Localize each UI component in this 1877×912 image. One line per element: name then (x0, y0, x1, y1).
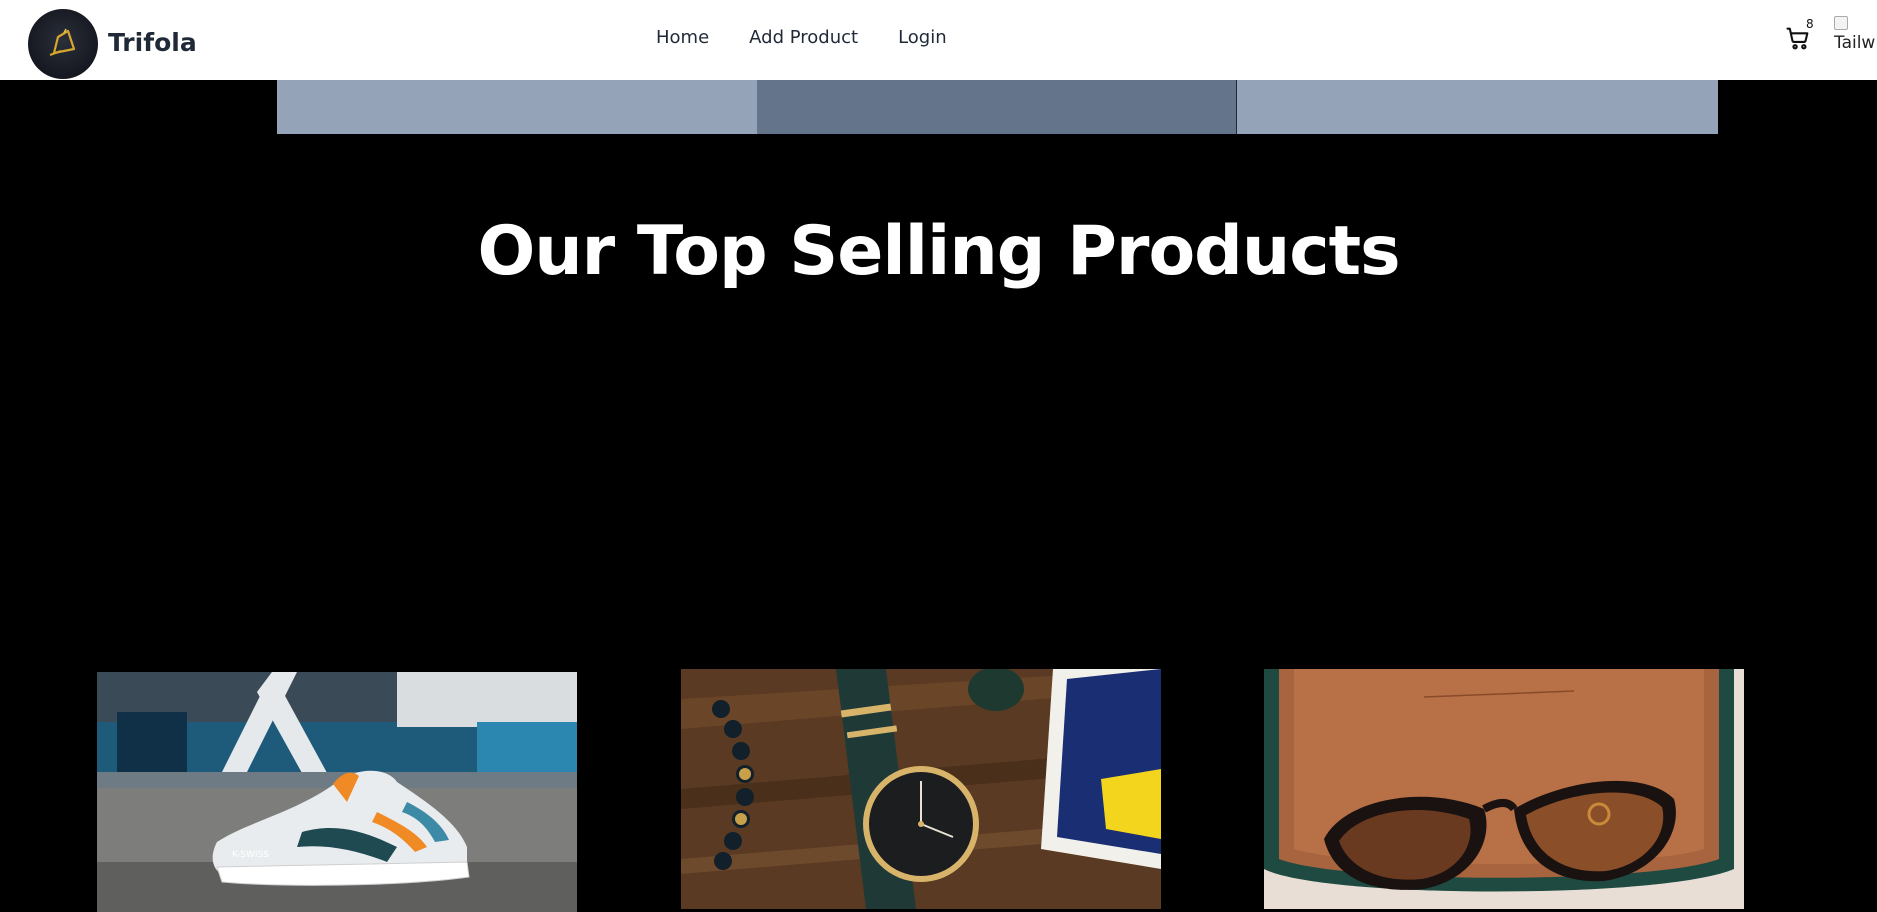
sunglasses-photo (1264, 669, 1744, 909)
navbar: Trifola Home Add Product Login 8 Tailwin… (0, 0, 1877, 80)
nav-link-add-product[interactable]: Add Product (749, 27, 858, 48)
watch-photo (681, 669, 1161, 909)
sneaker-photo: K-SWISS (97, 672, 577, 912)
nav-link-login[interactable]: Login (898, 27, 947, 48)
carousel-slide-3[interactable] (1237, 80, 1718, 134)
carousel-slide-2[interactable] (757, 80, 1237, 134)
logo-icon (49, 28, 76, 56)
section-title: Our Top Selling Products (477, 212, 1400, 291)
carousel-slide-1[interactable] (277, 80, 757, 134)
broken-image-icon (1834, 16, 1848, 30)
product-card-sneaker[interactable]: K-SWISS (97, 672, 577, 912)
logo[interactable] (28, 9, 98, 79)
product-card-sunglasses[interactable] (1264, 669, 1744, 909)
avatar-alt-text: Tailwind CSS (1834, 33, 1877, 53)
cart-count-badge: 8 (1806, 17, 1814, 31)
svg-text:K-SWISS: K-SWISS (232, 850, 269, 860)
brand-name[interactable]: Trifola (108, 28, 197, 57)
product-card-watch[interactable] (681, 669, 1161, 909)
avatar[interactable]: Tailwind CSS (1832, 16, 1877, 60)
carousel (277, 80, 1718, 134)
main-nav: Home Add Product Login (656, 27, 947, 48)
nav-link-home[interactable]: Home (656, 27, 709, 48)
